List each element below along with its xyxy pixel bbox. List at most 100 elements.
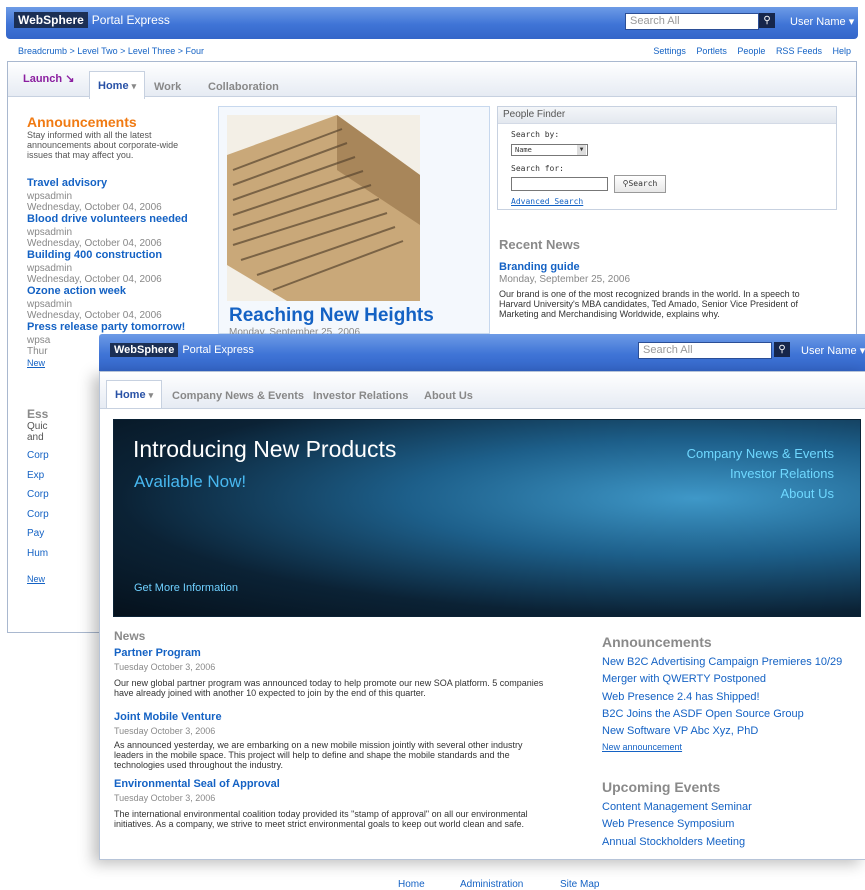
utility-links: Settings Portlets People RSS Feeds Help bbox=[645, 46, 851, 56]
hero-link-investor-relations[interactable]: Investor Relations bbox=[687, 464, 834, 484]
announcements-title: Announcements bbox=[27, 114, 137, 130]
list-item: Partner Program Tuesday October 3, 2006 … bbox=[114, 647, 544, 698]
announcement-link[interactable]: Press release party tomorrow! bbox=[27, 321, 185, 333]
advanced-search-link[interactable]: Advanced Search bbox=[511, 197, 583, 206]
tab-company-news-events[interactable]: Company News & Events bbox=[172, 390, 304, 402]
news-link[interactable]: Environmental Seal of Approval bbox=[114, 778, 280, 790]
hero-subtitle: Available Now! bbox=[134, 472, 247, 491]
front-content-panel: Home ▾ Company News & Events Investor Re… bbox=[99, 371, 865, 860]
essentials-link[interactable]: Exp bbox=[27, 466, 107, 486]
front-tab-bar: Home ▾ Company News & Events Investor Re… bbox=[100, 372, 865, 409]
chevron-down-icon: ▾ bbox=[859, 345, 865, 357]
back-top-bar: WebSphere Portal Express Search All ⚲ Use… bbox=[6, 7, 858, 39]
chevron-down-icon: ▾ bbox=[848, 16, 855, 28]
announcement-link[interactable]: Merger with QWERTY Postponed bbox=[602, 671, 852, 688]
essentials-link[interactable]: Corp bbox=[27, 485, 107, 505]
list-item: Ozone action week wpsadmin Wednesday, Oc… bbox=[27, 285, 162, 321]
hero-links: Company News & Events Investor Relations… bbox=[687, 444, 834, 504]
announcement-link[interactable]: New B2C Advertising Campaign Premieres 1… bbox=[602, 654, 852, 671]
footer-home-link[interactable]: Home bbox=[398, 879, 425, 890]
portlets-link[interactable]: Portlets bbox=[696, 46, 727, 56]
chevron-down-icon: ▼ bbox=[577, 145, 586, 155]
search-for-input[interactable] bbox=[511, 177, 608, 191]
breadcrumb[interactable]: Breadcrumb > Level Two > Level Three > F… bbox=[18, 46, 204, 56]
recent-news-link[interactable]: Branding guide bbox=[499, 261, 829, 273]
back-search-input[interactable]: Search All bbox=[625, 13, 759, 30]
new-essentials-link[interactable]: New bbox=[27, 574, 45, 584]
tab-collaboration[interactable]: Collaboration bbox=[208, 81, 279, 93]
front-announcements-title: Announcements bbox=[602, 634, 712, 650]
news-link[interactable]: Joint Mobile Venture bbox=[114, 711, 222, 723]
essentials-link[interactable]: Pay bbox=[27, 524, 107, 544]
list-item: Blood drive volunteers needed wpsadmin W… bbox=[27, 213, 188, 249]
launch-button[interactable]: Launch ↘ bbox=[23, 72, 74, 85]
new-announcement-link[interactable]: New bbox=[27, 358, 45, 368]
people-search-button[interactable]: ⚲Search bbox=[614, 175, 666, 193]
announcement-link[interactable]: Travel advisory bbox=[27, 177, 107, 189]
upcoming-events-title: Upcoming Events bbox=[602, 779, 721, 795]
search-for-label: Search for: bbox=[511, 164, 564, 173]
chevron-down-icon: ▾ bbox=[131, 81, 137, 91]
help-link[interactable]: Help bbox=[832, 46, 851, 56]
tab-work[interactable]: Work bbox=[154, 81, 181, 93]
footer-administration-link[interactable]: Administration bbox=[460, 879, 523, 890]
list-item: Environmental Seal of Approval Tuesday O… bbox=[114, 778, 528, 829]
news-title: News bbox=[114, 629, 146, 643]
back-brand-logo[interactable]: WebSphere Portal Express bbox=[14, 12, 170, 28]
front-announcements-portlet: Announcements New B2C Advertising Campai… bbox=[602, 634, 852, 752]
list-item: Joint Mobile Venture Tuesday October 3, … bbox=[114, 711, 523, 770]
news-link[interactable]: Partner Program bbox=[114, 647, 201, 659]
event-link[interactable]: Web Presence Symposium bbox=[602, 816, 852, 833]
announcement-link[interactable]: Web Presence 2.4 has Shipped! bbox=[602, 689, 852, 706]
essentials-link[interactable]: Corp bbox=[27, 446, 107, 466]
announcement-link[interactable]: B2C Joins the ASDF Open Source Group bbox=[602, 706, 852, 723]
feature-title: Reaching New Heights bbox=[229, 305, 434, 326]
feature-portlet: Reaching New Heights Monday, September 2… bbox=[218, 106, 490, 338]
recent-news-portlet: Recent News Branding guide Monday, Septe… bbox=[499, 237, 829, 319]
back-essentials-portlet: Ess Quic and Corp Exp Corp Corp Pay Hum … bbox=[27, 407, 107, 587]
chevron-down-icon: ▾ bbox=[148, 390, 154, 400]
hero-banner: Introducing New Products Available Now! … bbox=[113, 419, 861, 617]
search-by-label: Search by: bbox=[511, 130, 560, 139]
launch-arrow-icon: ↘ bbox=[65, 73, 75, 85]
tab-home[interactable]: Home ▾ bbox=[106, 380, 163, 408]
tab-about-us[interactable]: About Us bbox=[424, 390, 473, 402]
search-by-select[interactable]: Name ▼ bbox=[511, 144, 588, 156]
announcement-link[interactable]: New Software VP Abc Xyz, PhD bbox=[602, 723, 852, 740]
announcement-link[interactable]: Blood drive volunteers needed bbox=[27, 213, 188, 225]
event-link[interactable]: Annual Stockholders Meeting bbox=[602, 834, 852, 851]
new-announcement-link[interactable]: New announcement bbox=[602, 742, 852, 752]
hero-title: Introducing New Products bbox=[133, 436, 397, 462]
hero-link-about-us[interactable]: About Us bbox=[687, 484, 834, 504]
front-search-input[interactable]: Search All bbox=[638, 342, 772, 359]
front-brand-logo[interactable]: WebSphere Portal Express bbox=[110, 343, 254, 357]
rss-feeds-link[interactable]: RSS Feeds bbox=[776, 46, 822, 56]
essentials-title: Ess bbox=[27, 407, 49, 421]
footer-site-map-link[interactable]: Site Map bbox=[560, 879, 599, 890]
list-item: Travel advisory wpsadmin Wednesday, Octo… bbox=[27, 177, 162, 213]
front-user-menu[interactable]: User Name ▾ bbox=[801, 344, 865, 357]
people-finder-title: People Finder bbox=[498, 107, 836, 124]
people-link[interactable]: People bbox=[737, 46, 765, 56]
settings-link[interactable]: Settings bbox=[653, 46, 686, 56]
announcement-link[interactable]: Building 400 construction bbox=[27, 249, 162, 261]
back-search-icon[interactable]: ⚲ bbox=[759, 13, 775, 28]
recent-news-title: Recent News bbox=[499, 237, 580, 252]
news-portlet: News Partner Program Tuesday October 3, … bbox=[114, 629, 554, 829]
front-search-icon[interactable]: ⚲ bbox=[774, 342, 790, 357]
announcement-link[interactable]: Ozone action week bbox=[27, 285, 126, 297]
essentials-link[interactable]: Corp bbox=[27, 505, 107, 525]
back-user-menu[interactable]: User Name ▾ bbox=[790, 15, 854, 28]
tab-home[interactable]: Home ▾ bbox=[89, 71, 146, 99]
front-top-bar: WebSphere Portal Express Search All ⚲ Use… bbox=[99, 334, 865, 371]
people-finder-portlet: People Finder Search by: Name ▼ Search f… bbox=[497, 106, 837, 210]
get-more-information-link[interactable]: Get More Information bbox=[134, 582, 238, 594]
tab-investor-relations[interactable]: Investor Relations bbox=[313, 390, 408, 402]
event-link[interactable]: Content Management Seminar bbox=[602, 799, 852, 816]
back-tab-bar: Launch ↘ Home ▾ Work Collaboration bbox=[8, 62, 856, 99]
building-image bbox=[227, 115, 420, 301]
hero-link-company-news[interactable]: Company News & Events bbox=[687, 444, 834, 464]
list-item: Building 400 construction wpsadmin Wedne… bbox=[27, 249, 163, 285]
essentials-link[interactable]: Hum bbox=[27, 544, 107, 564]
announcements-intro: Stay informed with all the latest announ… bbox=[27, 130, 179, 160]
